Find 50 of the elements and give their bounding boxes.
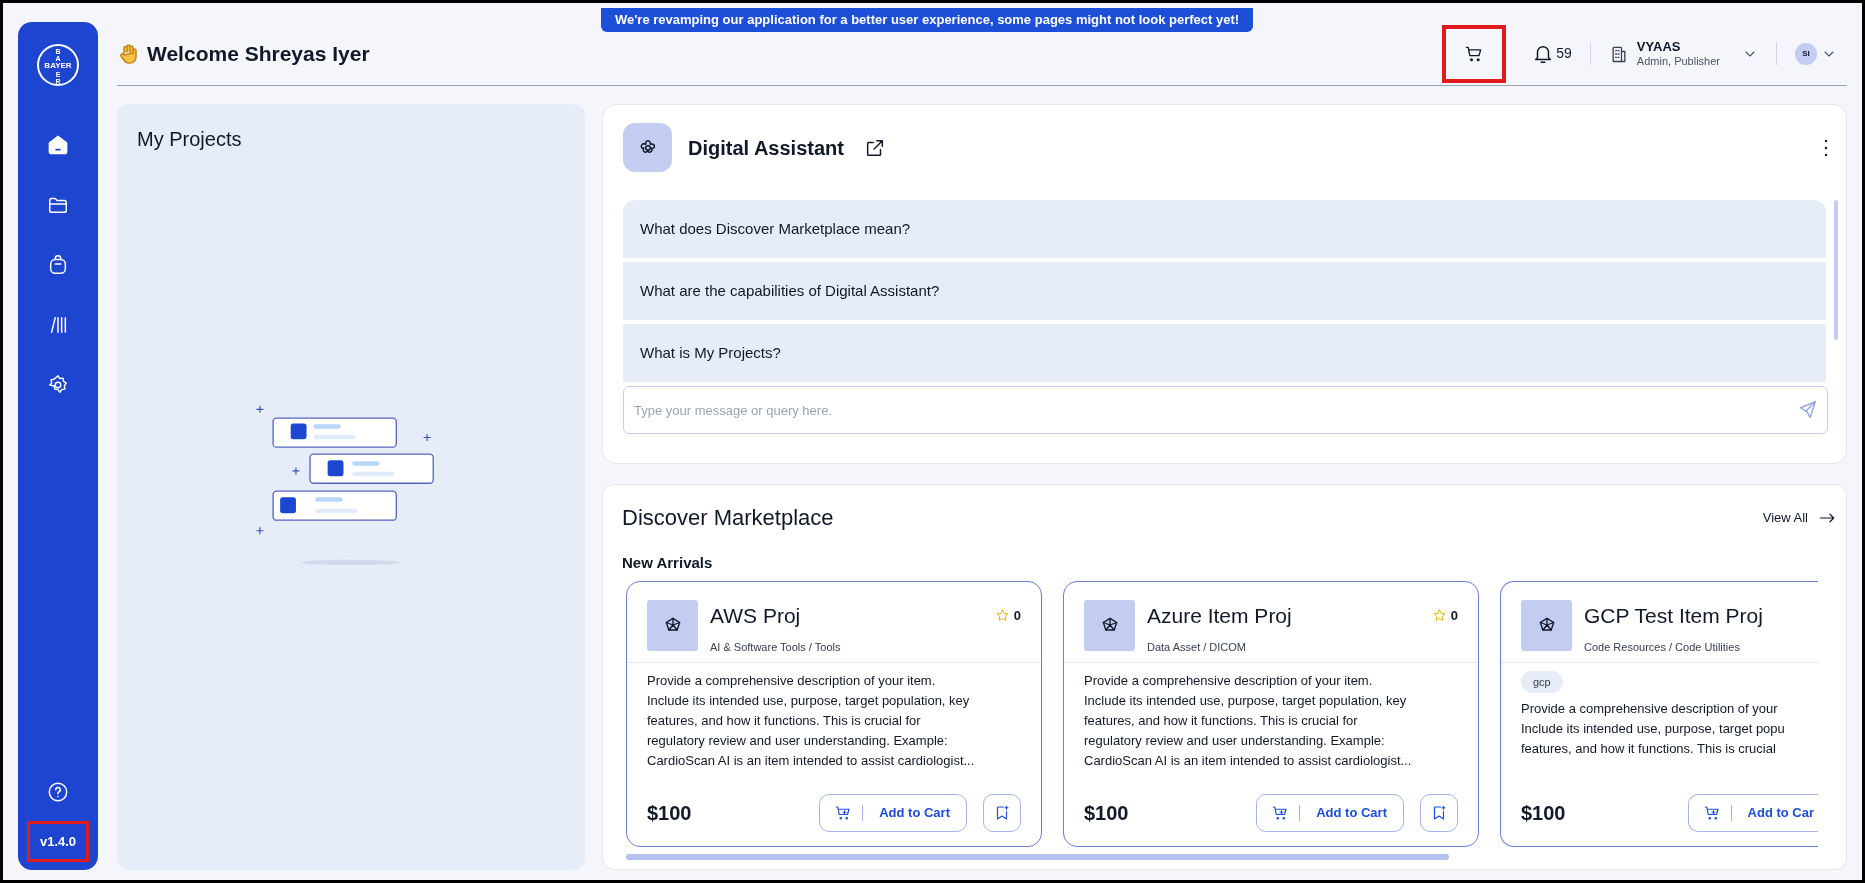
scrollbar-thumb[interactable]: [626, 853, 1449, 860]
star-icon: [994, 607, 1010, 623]
add-to-cart-button[interactable]: Add to Cart: [819, 793, 967, 832]
cart-plus-icon: [1702, 803, 1721, 822]
view-all-link[interactable]: View All: [1762, 507, 1836, 528]
user-role: Admin, Publisher: [1636, 54, 1720, 69]
add-to-cart-button[interactable]: Add to Cart: [1256, 793, 1404, 832]
cart-button[interactable]: [1442, 24, 1507, 83]
product-price: $100: [647, 800, 692, 826]
message-input[interactable]: Type your message or query here.: [623, 386, 1828, 434]
product-title: Azure Item Proj: [1147, 602, 1292, 629]
product-title: AWS Proj: [710, 602, 801, 629]
organization-name: VYAAS: [1636, 38, 1682, 55]
scrollbar-thumb[interactable]: [1834, 200, 1838, 340]
product-category: Code Resources / Code Utilities: [1584, 640, 1741, 655]
card-title: Digital Assistant: [688, 135, 844, 161]
star-icon: [1431, 607, 1447, 623]
organization-menu[interactable]: VYAAS Admin, Publisher: [1608, 38, 1758, 69]
account-menu[interactable]: SI: [1795, 42, 1837, 65]
suggested-question[interactable]: What does Discover Marketplace mean?: [623, 200, 1826, 258]
bookmark-button[interactable]: [1420, 793, 1458, 832]
more-vertical-icon: [1824, 138, 1828, 157]
product-category: AI & Software Tools / Tools: [710, 640, 842, 655]
suggested-question[interactable]: What are the capabilities of Digital Assistant?: [623, 262, 1826, 320]
cart-plus-icon: [834, 803, 853, 822]
add-to-cart-button[interactable]: Add to Car: [1687, 793, 1818, 832]
notifications-button[interactable]: 59: [1532, 42, 1572, 65]
bookmark-button[interactable]: [983, 793, 1021, 832]
product-description: Provide a comprehensive description of your item. Include its intended use, purpose, target population, key features, and how it functions. This is crucial for regulatory review and user understanding. Example: CardioScan AI is an item intended to assist cardiologist...: [647, 671, 976, 770]
subsection-title: New Arrivals: [622, 553, 714, 573]
tag: gcp: [1521, 670, 1563, 693]
rating-count: 0: [1013, 606, 1021, 625]
more-button[interactable]: [1824, 138, 1828, 157]
product-price: $100: [1084, 800, 1129, 826]
cart-plus-icon: [1271, 803, 1290, 822]
product-description: Provide a comprehensive description of your Include its intended use, purpose, target popu features, and how it functions. This is crucial: [1521, 700, 1786, 758]
rating-count: 0: [1450, 606, 1458, 625]
section-title: Discover Marketplace: [622, 504, 834, 532]
product-category: Data Asset / DICOM: [1147, 640, 1248, 655]
notice-banner: We're revamping our application for a better user experience, some pages might not look perfect yet!: [601, 8, 1254, 32]
user-avatar: SI: [1795, 42, 1817, 65]
product-price: $100: [1521, 800, 1566, 826]
version-label: v1.4.0: [26, 820, 90, 862]
help-icon: [47, 780, 69, 803]
panel-title: My Projects: [137, 127, 243, 152]
product-title: GCP Test Item Proj: [1584, 602, 1763, 629]
suggested-question[interactable]: What is My Projects?: [623, 324, 1826, 382]
page-title: Welcome Shreyas Iyer: [147, 40, 370, 67]
logo-text: BAYER: [43, 61, 73, 70]
product-description: Provide a comprehensive description of your item. Include its intended use, purpose, target population, key features, and how it functions. This is crucial for regulatory review and user understanding. Example: CardioScan AI is an item intended to assist cardiologist...: [1084, 671, 1413, 770]
